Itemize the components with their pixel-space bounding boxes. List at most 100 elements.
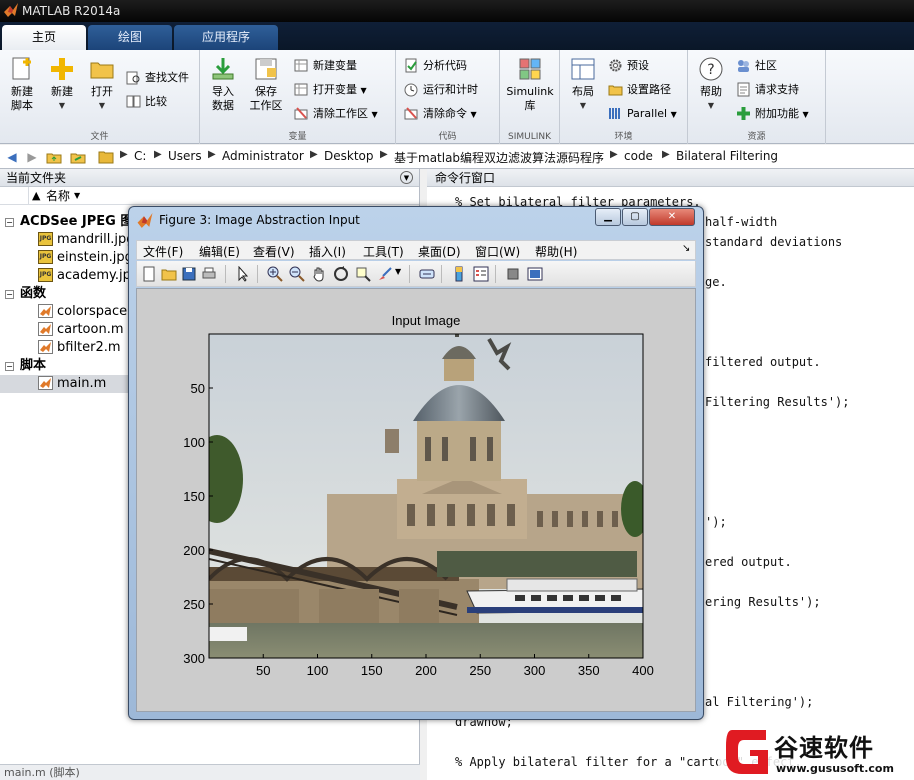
print-icon[interactable] bbox=[201, 266, 217, 282]
environment-group: 布局 ▼ 预设 设置路径 Parallel ▼ 环境 bbox=[560, 50, 688, 144]
breadcrumb-item[interactable]: Desktop bbox=[324, 149, 374, 163]
file-group: 新建 脚本 新建 ▼ 打开 ▼ 查找文件 比较 文件 bbox=[0, 50, 200, 144]
simulink-library-button[interactable]: Simulink 库 bbox=[502, 56, 558, 113]
breadcrumb-separator[interactable]: ▶ bbox=[310, 149, 318, 160]
legend-icon[interactable] bbox=[473, 266, 489, 282]
find-files-button[interactable]: 查找文件 bbox=[126, 68, 189, 88]
import-data-button[interactable]: 导入 数据 bbox=[206, 56, 240, 113]
menu-window[interactable]: 窗口(W) bbox=[475, 243, 520, 260]
up-folder-icon[interactable] bbox=[46, 149, 62, 165]
breadcrumb-separator[interactable]: ▶ bbox=[154, 149, 162, 160]
clear-commands-button[interactable]: 清除命令 ▼ bbox=[404, 104, 477, 124]
maximize-button[interactable]: ▢ bbox=[622, 208, 648, 226]
breadcrumb-item[interactable]: 基于matlab编程双边滤波算法源码程序 bbox=[394, 149, 604, 166]
link-plot-icon[interactable] bbox=[419, 266, 435, 282]
list-item[interactable]: JPG einstein.jpg bbox=[0, 249, 133, 267]
breadcrumb-item[interactable]: Users bbox=[168, 149, 202, 163]
collapse-toggle-icon[interactable]: − bbox=[5, 362, 14, 371]
menu-help[interactable]: 帮助(H) bbox=[535, 243, 577, 260]
section-label: 函数 bbox=[20, 286, 47, 301]
run-and-time-button[interactable]: 运行和计时 bbox=[404, 80, 478, 100]
new-variable-button[interactable]: 新建变量 bbox=[294, 56, 357, 76]
folder-section[interactable]: − 脚本 bbox=[0, 357, 46, 375]
breadcrumb-item[interactable]: code bbox=[624, 149, 653, 163]
menu-tools[interactable]: 工具(T) bbox=[363, 243, 404, 260]
pan-hand-icon[interactable] bbox=[311, 266, 327, 282]
folder-section[interactable]: − 函数 bbox=[0, 285, 46, 303]
request-support-button[interactable]: 请求支持 bbox=[736, 80, 799, 100]
list-item[interactable]: JPG academy.jpg bbox=[0, 267, 139, 285]
colorbar-icon[interactable] bbox=[451, 266, 467, 282]
menu-view[interactable]: 查看(V) bbox=[253, 243, 295, 260]
save-workspace-button[interactable]: 保存 工作区 bbox=[246, 56, 286, 113]
breadcrumb-item[interactable]: Administrator bbox=[222, 149, 304, 163]
dock-arrow-icon[interactable]: ↘ bbox=[682, 243, 690, 254]
rotate-3d-icon[interactable] bbox=[333, 266, 349, 282]
panel-actions-chevron-icon[interactable]: ▼ bbox=[400, 171, 413, 184]
breadcrumb-separator[interactable]: ▶ bbox=[380, 149, 388, 160]
parallel-button[interactable]: Parallel ▼ bbox=[608, 104, 677, 124]
pointer-icon[interactable] bbox=[235, 266, 251, 282]
set-path-button[interactable]: 设置路径 bbox=[608, 80, 671, 100]
community-button[interactable]: 社区 bbox=[736, 56, 777, 76]
compare-button[interactable]: 比较 bbox=[126, 92, 167, 112]
new-button[interactable]: 新建 ▼ bbox=[44, 56, 80, 113]
toolbar-separator bbox=[441, 265, 442, 283]
open-file-icon[interactable] bbox=[161, 266, 177, 282]
browse-folder-icon[interactable] bbox=[70, 149, 86, 165]
image-axes[interactable]: Input Image 50 100 150 200 250 300 350 400 50 10… bbox=[137, 289, 697, 713]
community-icon bbox=[738, 59, 749, 72]
breadcrumb-separator[interactable]: ▶ bbox=[120, 149, 128, 160]
list-item[interactable]: colorspace.m bbox=[0, 303, 144, 321]
breadcrumb-item[interactable]: Bilateral Filtering bbox=[676, 149, 778, 163]
figure-window[interactable]: Figure 3: Image Abstraction Input ▁ ▢ ✕ … bbox=[128, 206, 704, 720]
addons-button[interactable]: 附加功能 ▼ bbox=[736, 104, 809, 124]
chevron-down-icon[interactable]: ▼ bbox=[395, 267, 401, 276]
zoom-out-icon[interactable] bbox=[289, 266, 305, 282]
collapse-toggle-icon[interactable]: − bbox=[5, 290, 14, 299]
hide-plot-tools-icon[interactable] bbox=[505, 266, 521, 282]
open-button[interactable]: 打开 ▼ bbox=[84, 56, 120, 113]
close-button[interactable]: ✕ bbox=[649, 208, 695, 226]
list-item[interactable]: cartoon.m bbox=[0, 321, 124, 339]
breadcrumb-separator[interactable]: ▶ bbox=[610, 149, 618, 160]
menu-insert[interactable]: 插入(I) bbox=[309, 243, 346, 260]
show-plot-tools-icon[interactable] bbox=[527, 266, 543, 282]
name-column-header[interactable]: ▲ 名称 ▼ bbox=[0, 187, 419, 205]
toolbar-separator bbox=[409, 265, 410, 283]
breadcrumb-separator[interactable]: ▶ bbox=[208, 149, 216, 160]
collapse-toggle-icon[interactable]: − bbox=[5, 218, 14, 227]
ribbon: 新建 脚本 新建 ▼ 打开 ▼ 查找文件 比较 文件 导入 数据 保存 工作区 bbox=[0, 50, 914, 144]
folder-icon bbox=[90, 62, 114, 79]
analyze-code-button[interactable]: 分析代码 bbox=[404, 56, 467, 76]
folder-section[interactable]: − ACDSee JPEG 图像 bbox=[0, 213, 146, 231]
menu-file[interactable]: 文件(F) bbox=[143, 243, 183, 260]
help-button[interactable]: ? 帮助 ▼ bbox=[692, 56, 730, 113]
breadcrumb-separator[interactable]: ▶ bbox=[662, 149, 670, 160]
y-tick-label: 300 bbox=[183, 651, 205, 666]
new-figure-icon[interactable] bbox=[141, 266, 157, 282]
zoom-in-icon[interactable] bbox=[267, 266, 283, 282]
back-arrow-icon[interactable]: ◀ bbox=[4, 149, 20, 165]
tab-apps[interactable]: 应用程序 bbox=[174, 25, 278, 50]
open-variable-button[interactable]: 打开变量 ▼ bbox=[294, 80, 367, 100]
menu-desktop[interactable]: 桌面(D) bbox=[418, 243, 461, 260]
brush-icon[interactable] bbox=[377, 266, 393, 282]
clear-workspace-button[interactable]: 清除工作区 ▼ bbox=[294, 104, 378, 124]
data-cursor-icon[interactable] bbox=[355, 266, 371, 282]
tab-home[interactable]: 主页 bbox=[2, 25, 86, 50]
file-name: academy.jpg bbox=[57, 268, 140, 283]
list-item[interactable]: JPG mandrill.jpg bbox=[0, 231, 135, 249]
minimize-button[interactable]: ▁ bbox=[595, 208, 621, 226]
figure-canvas[interactable]: Input Image 50 100 150 200 250 300 350 400 50 10… bbox=[136, 288, 696, 712]
tab-plots[interactable]: 绘图 bbox=[88, 25, 172, 50]
new-script-button[interactable]: 新建 脚本 bbox=[4, 56, 40, 113]
list-item[interactable]: bfilter2.m bbox=[0, 339, 121, 357]
breadcrumb-item[interactable]: C: bbox=[134, 149, 146, 163]
menu-edit[interactable]: 编辑(E) bbox=[199, 243, 240, 260]
save-icon[interactable] bbox=[181, 266, 197, 282]
preferences-button[interactable]: 预设 bbox=[608, 56, 649, 76]
layout-button[interactable]: 布局 ▼ bbox=[564, 56, 602, 113]
import-icon bbox=[212, 58, 234, 80]
forward-arrow-icon[interactable]: ▶ bbox=[24, 149, 40, 165]
